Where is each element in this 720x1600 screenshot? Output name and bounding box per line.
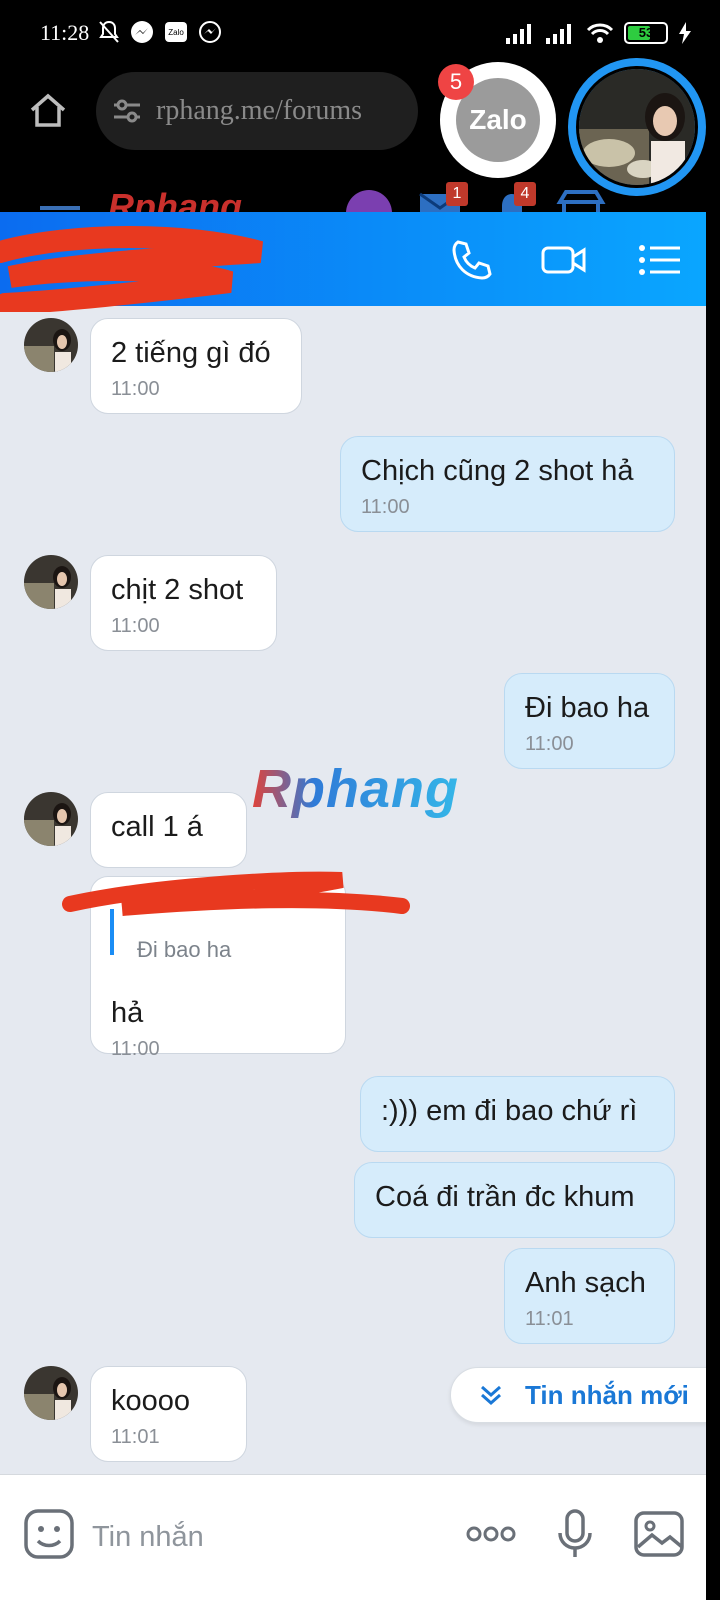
contact-photo — [576, 66, 698, 188]
voice-call-icon[interactable] — [448, 236, 496, 284]
mail-badge: 1 — [446, 182, 468, 206]
contact-avatar[interactable] — [24, 792, 78, 846]
chat-header — [0, 212, 706, 312]
message-bubble-incoming[interactable]: call 1 á — [90, 792, 247, 868]
message-bubble-outgoing[interactable]: Chịch cũng 2 shot hả 11:00 — [340, 436, 675, 532]
sticker-icon[interactable] — [22, 1507, 76, 1561]
message-bubble-incoming[interactable]: chịt 2 shot 11:00 — [90, 555, 277, 651]
zalo-icon: Zalo — [165, 22, 187, 42]
new-messages-button[interactable]: Tin nhắn mới — [450, 1367, 706, 1423]
message-bubble-incoming[interactable]: 2 tiếng gì đó 11:00 — [90, 318, 302, 414]
chat-window: 2 tiếng gì đó 11:00 Chịch cũng 2 shot hả… — [0, 212, 706, 1600]
contact-avatar[interactable] — [24, 555, 78, 609]
messenger-icon — [199, 21, 221, 43]
message-time: 11:01 — [111, 1426, 160, 1448]
redaction-scribble — [0, 226, 264, 312]
message-text: 2 tiếng gì đó — [111, 337, 271, 369]
site-settings-icon[interactable] — [112, 98, 142, 124]
message-time: 11:00 — [111, 378, 160, 400]
status-bar: 11:28 Zalo 53 — [0, 0, 720, 66]
message-text: :))) em đi bao chứ rì — [381, 1095, 638, 1127]
message-bubble-outgoing[interactable]: :))) em đi bao chứ rì — [360, 1076, 675, 1152]
alert-badge: 4 — [514, 182, 536, 206]
battery-level: 53 — [638, 25, 654, 40]
address-bar[interactable]: rphang.me/forums — [96, 72, 418, 150]
redaction-scribble — [62, 871, 410, 916]
message-time: 11:00 — [361, 496, 410, 518]
message-text: chịt 2 shot — [111, 574, 244, 606]
status-time: 11:28 — [40, 20, 90, 45]
message-text: Anh sạch — [525, 1267, 646, 1299]
message-time: 11:00 — [111, 1038, 160, 1060]
message-time: 11:01 — [525, 1308, 574, 1330]
message-bubble-outgoing[interactable]: Đi bao ha 11:00 — [504, 673, 675, 769]
bell-off-icon — [99, 20, 119, 43]
contact-avatar[interactable] — [24, 318, 78, 372]
battery-indicator: 53 — [624, 22, 668, 44]
zalo-unread-badge: 5 — [438, 64, 474, 100]
message-text: hả — [111, 997, 144, 1029]
quoted-message: Đi bao ha — [137, 937, 232, 962]
watermark-text: Rphang — [252, 759, 459, 819]
signal-icon — [506, 24, 531, 44]
message-time: 11:00 — [111, 615, 160, 637]
message-text: koooo — [111, 1385, 191, 1417]
message-input[interactable]: Tin nhắn — [92, 1521, 204, 1554]
message-bubble-incoming[interactable]: koooo 11:01 — [90, 1366, 247, 1462]
message-text: Chịch cũng 2 shot hả — [361, 455, 634, 487]
message-text: Đi bao ha — [525, 692, 650, 724]
video-call-icon[interactable] — [540, 236, 588, 284]
message-bubble-outgoing[interactable]: Coá đi trần đc khum — [354, 1162, 675, 1238]
signal-icon — [546, 24, 571, 44]
contact-avatar[interactable] — [24, 1366, 78, 1420]
message-time: 11:00 — [525, 733, 574, 755]
url-text: rphang.me/forums — [156, 95, 363, 126]
menu-list-icon[interactable] — [636, 236, 684, 284]
wifi-icon — [586, 23, 614, 43]
browser-toolbar: rphang.me/forums Rphang 1 4 Zalo 5 — [0, 58, 720, 216]
microphone-icon[interactable] — [548, 1507, 602, 1561]
charging-icon — [679, 22, 691, 44]
message-text: call 1 á — [111, 811, 203, 843]
messenger-icon — [131, 21, 153, 43]
chat-head-avatar[interactable] — [568, 58, 706, 196]
double-chevron-down-icon — [481, 1385, 501, 1406]
home-icon[interactable] — [26, 88, 70, 132]
new-messages-label: Tin nhắn mới — [525, 1379, 689, 1410]
image-icon[interactable] — [632, 1507, 686, 1561]
site-watermark: Rphang — [248, 757, 468, 836]
message-text: Coá đi trần đc khum — [375, 1181, 635, 1213]
message-composer: Tin nhắn — [0, 1474, 706, 1600]
svg-text:Zalo: Zalo — [168, 28, 184, 37]
message-bubble-outgoing[interactable]: Anh sạch 11:01 — [504, 1248, 675, 1344]
more-options-icon[interactable] — [464, 1507, 518, 1561]
